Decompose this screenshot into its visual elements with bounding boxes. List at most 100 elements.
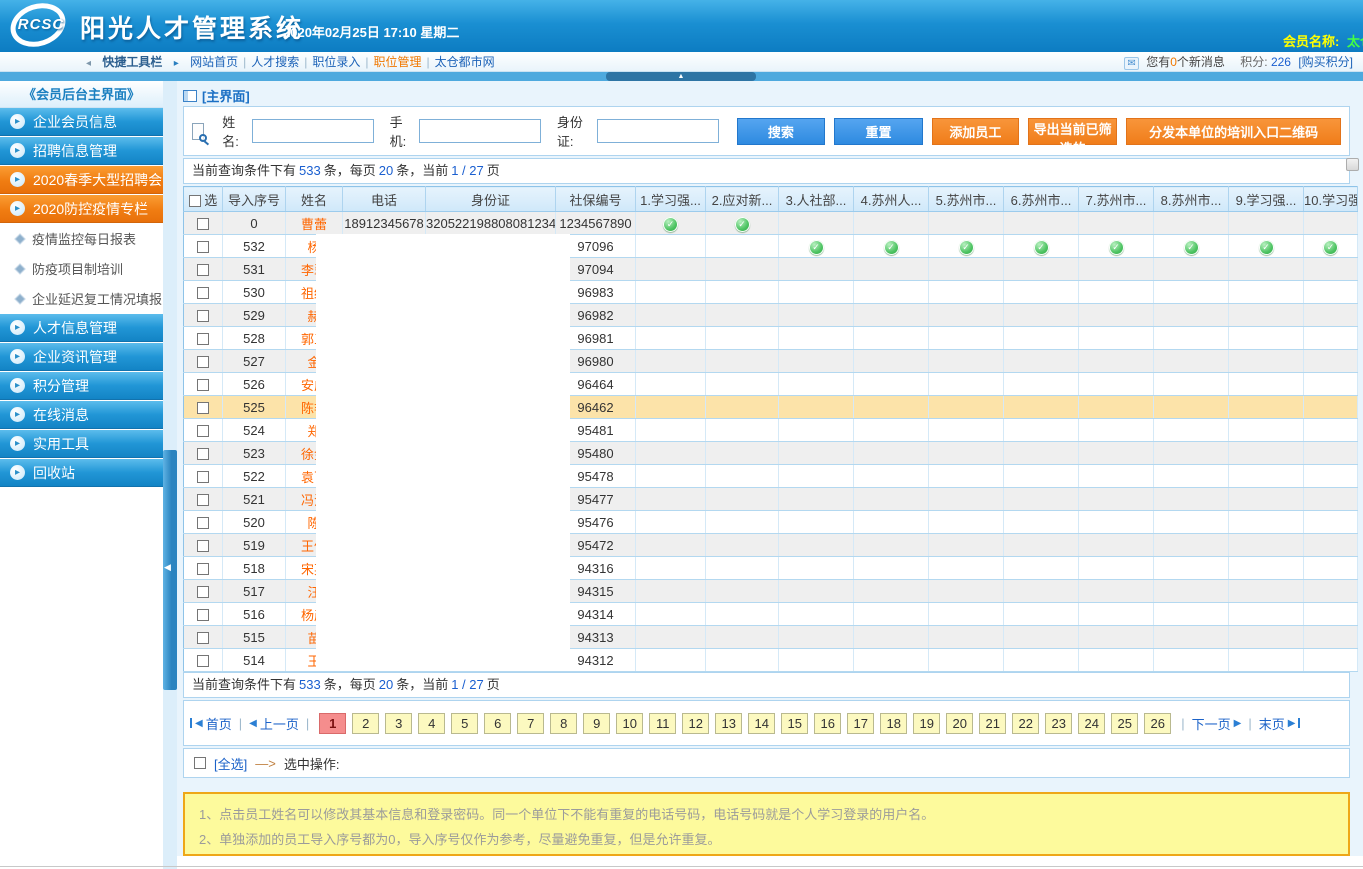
row-checkbox[interactable] xyxy=(197,655,209,667)
page-button[interactable]: 12 xyxy=(682,713,709,734)
sidebar-item[interactable]: 企业延迟复工情况填报 xyxy=(0,284,163,313)
sidebar-item[interactable]: ▸企业资讯管理 xyxy=(0,343,163,371)
row-checkbox[interactable] xyxy=(197,540,209,552)
course-status-cell xyxy=(636,511,706,534)
row-checkbox[interactable] xyxy=(197,287,209,299)
column-header: 1.学习强... xyxy=(636,187,706,212)
select-all-checkbox[interactable] xyxy=(194,757,206,769)
phone-input[interactable] xyxy=(419,119,541,143)
row-checkbox[interactable] xyxy=(197,264,209,276)
course-status-cell xyxy=(779,557,854,580)
select-all-link[interactable]: [全选] xyxy=(214,754,247,773)
sidebar-item[interactable]: ▸在线消息 xyxy=(0,401,163,429)
row-checkbox[interactable] xyxy=(197,471,209,483)
nav-link[interactable]: 网站首页 xyxy=(190,55,238,69)
buy-points-link[interactable]: [购买积分] xyxy=(1298,55,1353,69)
column-header: 9.学习强... xyxy=(1229,187,1304,212)
row-checkbox[interactable] xyxy=(197,448,209,460)
page-button[interactable]: 21 xyxy=(979,713,1006,734)
prev-page-button[interactable]: ◀ 上一页 xyxy=(249,714,299,733)
page-button[interactable]: 23 xyxy=(1045,713,1072,734)
chevron-left-icon[interactable]: ◂ xyxy=(86,58,91,69)
page-button[interactable]: 20 xyxy=(946,713,973,734)
page-button[interactable]: 18 xyxy=(880,713,907,734)
sidebar-item[interactable]: ▸积分管理 xyxy=(0,372,163,400)
sidebar-item[interactable]: 防疫项目制培训 xyxy=(0,254,163,283)
row-checkbox[interactable] xyxy=(197,425,209,437)
first-page-button[interactable]: ◀ 首页 xyxy=(190,714,232,733)
next-page-button[interactable]: 下一页 ▶ xyxy=(1192,714,1242,733)
sidebar-item[interactable]: 疫情监控每日报表 xyxy=(0,224,163,253)
row-checkbox[interactable] xyxy=(197,356,209,368)
page-button[interactable]: 19 xyxy=(913,713,940,734)
nav-link[interactable]: 职位录入 xyxy=(312,55,360,69)
page-button[interactable]: 1 xyxy=(319,713,346,734)
course-status-cell xyxy=(854,534,929,557)
sidebar-item[interactable]: ▸2020春季大型招聘会 xyxy=(0,166,163,194)
messages-text[interactable]: 您有0个新消息 xyxy=(1146,55,1225,69)
row-checkbox[interactable] xyxy=(197,586,209,598)
page-button[interactable]: 7 xyxy=(517,713,544,734)
nav-link[interactable]: 太仓都市网 xyxy=(435,55,495,69)
row-checkbox[interactable] xyxy=(197,241,209,253)
sidebar-item[interactable]: ▸回收站 xyxy=(0,459,163,487)
page-button[interactable]: 9 xyxy=(583,713,610,734)
circle-arrow-icon: ▸ xyxy=(10,320,25,335)
sidebar-item[interactable]: ▸人才信息管理 xyxy=(0,314,163,342)
course-status-cell xyxy=(636,396,706,419)
search-button[interactable]: 搜索 xyxy=(737,118,826,145)
course-status-cell xyxy=(636,419,706,442)
circle-arrow-icon: ▸ xyxy=(10,465,25,480)
course-status-cell xyxy=(706,534,779,557)
page-button[interactable]: 10 xyxy=(616,713,643,734)
page-button[interactable]: 15 xyxy=(781,713,808,734)
page-button[interactable]: 17 xyxy=(847,713,874,734)
row-checkbox[interactable] xyxy=(197,402,209,414)
page-button[interactable]: 14 xyxy=(748,713,775,734)
sidebar-item[interactable]: ▸实用工具 xyxy=(0,430,163,458)
sidebar-item[interactable]: ▸招聘信息管理 xyxy=(0,137,163,165)
page-button[interactable]: 24 xyxy=(1078,713,1105,734)
row-checkbox[interactable] xyxy=(197,563,209,575)
page-button[interactable]: 5 xyxy=(451,713,478,734)
page-button[interactable]: 22 xyxy=(1012,713,1039,734)
row-checkbox[interactable] xyxy=(197,218,209,230)
distribute-qr-button[interactable]: 分发本单位的培训入口二维码 xyxy=(1126,118,1341,145)
name-input[interactable] xyxy=(252,119,374,143)
chevron-right-icon[interactable]: ▸ xyxy=(174,58,179,69)
page-button[interactable]: 6 xyxy=(484,713,511,734)
row-checkbox[interactable] xyxy=(197,333,209,345)
sidebar-item[interactable]: ▸2020防控疫情专栏 xyxy=(0,195,163,223)
page-button[interactable]: 13 xyxy=(715,713,742,734)
page-button[interactable]: 3 xyxy=(385,713,412,734)
row-checkbox[interactable] xyxy=(197,379,209,391)
row-checkbox[interactable] xyxy=(197,310,209,322)
select-all-header-checkbox[interactable] xyxy=(189,195,201,207)
page-button[interactable]: 2 xyxy=(352,713,379,734)
page-button[interactable]: 26 xyxy=(1144,713,1171,734)
page-button[interactable]: 11 xyxy=(649,713,676,734)
tab-main[interactable]: [主界面] xyxy=(183,86,250,105)
page-button[interactable]: 8 xyxy=(550,713,577,734)
idcard-input[interactable] xyxy=(597,119,719,143)
scrollbar-thumb[interactable] xyxy=(1346,158,1359,171)
reset-button[interactable]: 重置 xyxy=(834,118,923,145)
nav-link[interactable]: 人才搜索 xyxy=(251,55,299,69)
row-select-cell xyxy=(184,626,223,649)
last-page-button[interactable]: 末页 ▶ xyxy=(1259,714,1301,733)
add-employee-button[interactable]: 添加员工 xyxy=(932,118,1019,145)
sidebar-item[interactable]: ▸企业会员信息 xyxy=(0,108,163,136)
collapse-panel-button[interactable]: ▲ xyxy=(606,72,756,81)
row-checkbox[interactable] xyxy=(197,609,209,621)
sidebar-collapse-handle[interactable]: ◀ xyxy=(163,450,177,690)
row-checkbox[interactable] xyxy=(197,632,209,644)
employee-name-link[interactable]: 曹蕾 xyxy=(301,217,327,232)
page-button[interactable]: 16 xyxy=(814,713,841,734)
page-button[interactable]: 4 xyxy=(418,713,445,734)
row-checkbox[interactable] xyxy=(197,494,209,506)
page-button[interactable]: 25 xyxy=(1111,713,1138,734)
row-checkbox[interactable] xyxy=(197,517,209,529)
export-filtered-button[interactable]: 导出当前已筛选的 xyxy=(1028,118,1117,145)
course-status-cell xyxy=(1004,373,1079,396)
nav-link[interactable]: 职位管理 xyxy=(374,55,422,69)
